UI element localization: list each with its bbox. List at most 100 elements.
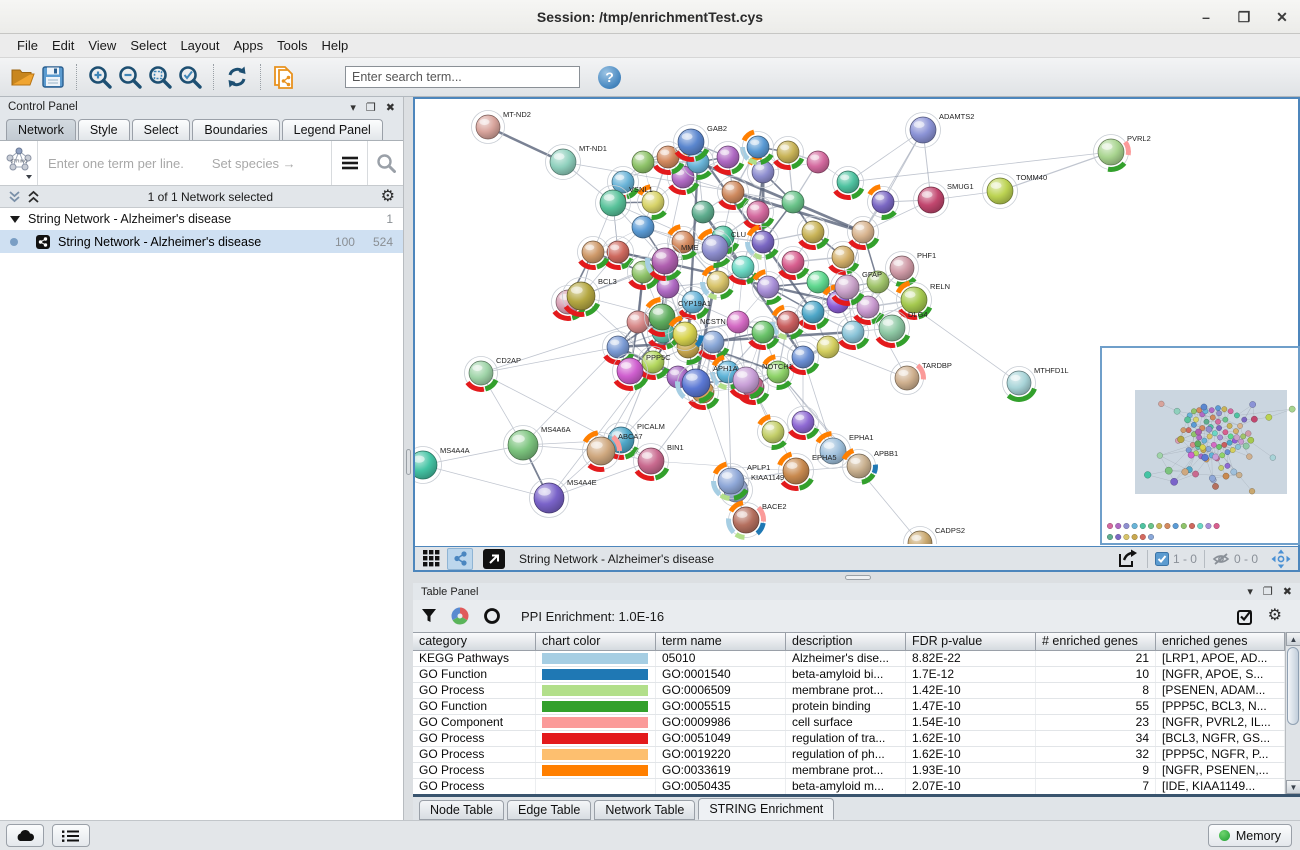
tab-network[interactable]: Network <box>6 119 76 140</box>
tab-style[interactable]: Style <box>78 119 130 140</box>
network-node[interactable]: SMUG1 <box>914 182 974 218</box>
tab-boundaries[interactable]: Boundaries <box>192 119 279 140</box>
network-node[interactable] <box>773 137 804 168</box>
network-node[interactable] <box>627 311 649 333</box>
network-node[interactable] <box>868 187 899 218</box>
tab-node-table[interactable]: Node Table <box>419 800 504 820</box>
network-node[interactable] <box>788 407 819 438</box>
string-options-icon[interactable] <box>331 141 367 185</box>
table-row[interactable]: GO ProcessGO:0019220regulation of ph...1… <box>413 747 1285 763</box>
tab-network-table[interactable]: Network Table <box>594 800 695 820</box>
network-node[interactable] <box>817 336 839 358</box>
network-node[interactable] <box>772 307 803 338</box>
network-node[interactable]: MS4A4A <box>415 446 470 484</box>
network-node[interactable]: MS4A6A <box>504 425 571 465</box>
panel-float-icon[interactable]: ❐ <box>366 101 376 114</box>
network-node[interactable]: CADPS2 <box>904 526 966 544</box>
network-node[interactable] <box>632 151 654 173</box>
network-node[interactable]: BACE2 <box>729 502 787 538</box>
collection-expand-icon[interactable] <box>10 214 20 224</box>
network-node[interactable]: CD2AP <box>465 356 522 390</box>
menu-file[interactable]: File <box>10 36 45 55</box>
network-node[interactable] <box>702 267 733 298</box>
memory-button[interactable]: Memory <box>1208 824 1292 847</box>
network-node[interactable] <box>718 177 749 208</box>
network-node[interactable] <box>713 142 744 173</box>
vertical-splitter[interactable] <box>404 97 413 820</box>
network-node[interactable] <box>578 237 609 268</box>
column-header[interactable]: category <box>413 633 536 650</box>
network-node[interactable] <box>727 311 749 333</box>
horizontal-splitter[interactable] <box>413 572 1300 583</box>
help-icon[interactable]: ? <box>598 66 621 89</box>
network-node[interactable] <box>798 297 829 328</box>
scroll-down-icon[interactable]: ▼ <box>1286 780 1300 794</box>
network-node[interactable]: MS4A4E <box>530 478 597 518</box>
save-session-icon[interactable] <box>38 63 68 91</box>
column-header[interactable]: # enriched genes <box>1036 633 1156 650</box>
zoom-out-icon[interactable] <box>115 63 145 91</box>
export-network-icon[interactable] <box>1114 548 1140 570</box>
collapse-all-icon[interactable] <box>8 190 21 204</box>
menu-apps[interactable]: Apps <box>227 36 271 55</box>
tab-edge-table[interactable]: Edge Table <box>507 800 591 820</box>
menu-tools[interactable]: Tools <box>270 36 314 55</box>
network-panel-gear-icon[interactable]: ⚙ <box>381 189 395 205</box>
network-node[interactable] <box>807 151 829 173</box>
network-node[interactable] <box>782 191 804 213</box>
grid-mode-icon[interactable] <box>418 548 444 570</box>
table-row[interactable]: GO ProcessGO:0006509membrane prot...1.42… <box>413 683 1285 699</box>
zoom-selected-icon[interactable] <box>175 63 205 91</box>
network-node[interactable] <box>632 216 654 238</box>
network-node[interactable] <box>778 247 809 278</box>
detach-view-icon[interactable] <box>483 549 505 569</box>
menu-layout[interactable]: Layout <box>173 36 226 55</box>
enrichment-settings-gear-icon[interactable]: ⚙ <box>1268 608 1282 624</box>
network-node[interactable] <box>743 197 774 228</box>
zoom-in-icon[interactable] <box>85 63 115 91</box>
table-panel-close-icon[interactable]: ✖ <box>1283 585 1292 598</box>
network-node[interactable] <box>742 132 773 163</box>
string-query-input[interactable]: Enter one term per line. Set species → <box>38 156 331 171</box>
cloud-tasks-button[interactable] <box>6 824 44 847</box>
network-node[interactable] <box>692 201 714 223</box>
network-node[interactable]: BIN1 <box>634 443 684 479</box>
table-row[interactable]: KEGG Pathways05010Alzheimer's dise...8.8… <box>413 651 1285 667</box>
minimize-button[interactable]: – <box>1198 9 1214 25</box>
network-node[interactable]: PHF1 <box>886 251 937 285</box>
network-node[interactable]: MT-ND1 <box>546 144 607 180</box>
navigate-compass-icon[interactable] <box>1268 548 1294 570</box>
column-header[interactable]: chart color <box>536 633 656 650</box>
network-node[interactable] <box>758 417 789 448</box>
tab-string-enrichment[interactable]: STRING Enrichment <box>698 798 834 820</box>
network-node[interactable] <box>753 272 784 303</box>
table-scrollbar[interactable]: ▲ ▼ <box>1285 632 1300 794</box>
select-rows-icon[interactable] <box>1237 608 1254 625</box>
tab-select[interactable]: Select <box>132 119 191 140</box>
table-panel-menu-icon[interactable]: ▾ <box>1247 585 1253 598</box>
table-row[interactable]: GO FunctionGO:0001540beta-amyloid bi...1… <box>413 667 1285 683</box>
set-species-label[interactable]: Set species → <box>212 156 296 171</box>
column-header[interactable]: term name <box>656 633 786 650</box>
table-row[interactable]: GO ComponentGO:0009986cell surface1.54E-… <box>413 715 1285 731</box>
network-row-selected[interactable]: String Network - Alzheimer's disease 100… <box>0 230 403 253</box>
column-header[interactable]: enriched genes <box>1156 633 1285 650</box>
network-node[interactable]: APBB1 <box>843 449 899 483</box>
zoom-fit-icon[interactable] <box>145 63 175 91</box>
network-node[interactable] <box>798 217 829 248</box>
table-row[interactable]: GO FunctionGO:0005515protein binding1.47… <box>413 699 1285 715</box>
network-from-clipboard-icon[interactable] <box>269 63 299 91</box>
menu-edit[interactable]: Edit <box>45 36 81 55</box>
panel-menu-icon[interactable]: ▾ <box>350 101 356 114</box>
network-node[interactable]: BCL3 <box>563 277 617 315</box>
column-header[interactable]: description <box>786 633 906 650</box>
close-button[interactable]: ✕ <box>1274 9 1290 25</box>
reset-charts-icon[interactable] <box>483 607 501 625</box>
task-history-button[interactable] <box>52 824 90 847</box>
maximize-button[interactable]: ❐ <box>1236 9 1252 25</box>
refresh-icon[interactable] <box>222 63 252 91</box>
menu-view[interactable]: View <box>81 36 123 55</box>
network-node[interactable]: EPHA5 <box>779 453 837 489</box>
table-row[interactable]: GO ProcessGO:0033619membrane prot...1.93… <box>413 763 1285 779</box>
string-protein-query-dropdown[interactable]: STRING <box>0 141 38 185</box>
